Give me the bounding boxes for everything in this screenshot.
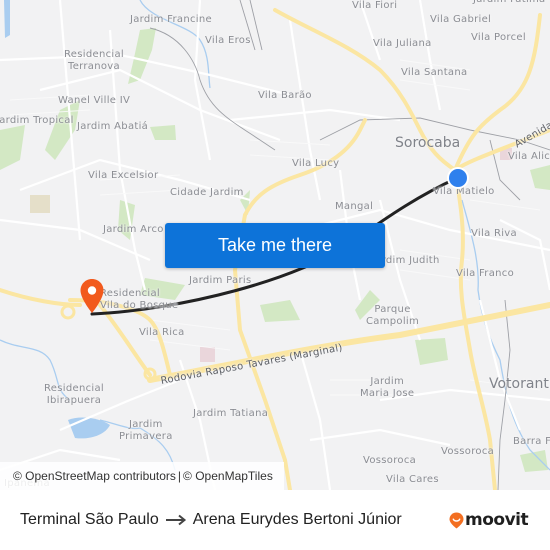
map-label: Vila Porcel [471, 32, 526, 43]
map-label-multiline: Parque Campolim [366, 304, 419, 328]
map-label-multiline: Jardim Maria Jose [360, 376, 414, 400]
land-area [200, 347, 215, 362]
map-label: Vossoroca [441, 446, 495, 457]
map-label: Jardim Paris [189, 275, 252, 286]
map-label: Vila Gabriel [430, 14, 492, 25]
map-label: Jardim Fátima [473, 0, 546, 6]
map-label-multiline: Residencial Ibirapuera [44, 383, 104, 407]
lake [4, 0, 10, 38]
osm-attribution-link[interactable]: © OpenStreetMap contributors [13, 469, 176, 483]
map-attribution: © OpenStreetMap contributors | © OpenMap… [0, 462, 284, 490]
map-label-line: Residencial [64, 49, 124, 60]
map-label: Vila Cares [386, 474, 439, 485]
land-area [30, 195, 50, 213]
origin-pin-icon[interactable] [79, 278, 105, 314]
map-label: Vila Juliana [373, 38, 432, 49]
arrow-right-icon [165, 514, 187, 526]
moovit-wordmark: moovit [465, 510, 529, 530]
map-label-line: Jardim [128, 419, 163, 430]
map-label: Vila Rica [139, 327, 185, 338]
destination-dot-icon[interactable] [446, 166, 470, 190]
map-label: Vila Fiori [352, 0, 398, 11]
map-label: Vila Alic [508, 151, 550, 162]
map-label-line: Terranova [68, 61, 120, 72]
map-label-line: Vila do Bosque [100, 300, 179, 311]
map-label-line: Residencial [100, 288, 160, 299]
origin-name: Terminal São Paulo [20, 511, 159, 528]
route-footer: Terminal São Paulo Arena Eurydes Bertoni… [0, 490, 550, 550]
map-label: Vossoroca [363, 455, 417, 466]
map-label-line: Campolim [366, 316, 420, 327]
map-label: Mangal [335, 201, 374, 212]
map-label-city: Votoranti [489, 376, 550, 392]
omt-attribution-link[interactable]: © OpenMapTiles [183, 469, 273, 483]
map-label-city: Sorocaba [395, 135, 461, 151]
map-label-line: Residencial [44, 383, 104, 394]
destination-name: Arena Eurydes Bertoni Júnior [192, 511, 402, 528]
map-label-line: Ibirapuera [46, 395, 102, 406]
map-label-line: Jardim [370, 376, 405, 387]
map-label-multiline: Residencial Terranova [64, 49, 124, 73]
map-label-multiline: Jardim Primavera [119, 419, 173, 443]
map-label: Vila Franco [456, 268, 515, 279]
map-label: Vila Santana [401, 67, 468, 78]
map-label: Jardim Tatiana [193, 408, 269, 419]
take-me-there-button[interactable]: Take me there [165, 223, 385, 268]
map-label: Jardim Francine [130, 14, 212, 25]
map-label: Cidade Jardim [170, 187, 244, 198]
map-label: Jardim Tropical [0, 115, 74, 126]
map-label-line: Maria Jose [360, 388, 415, 399]
map-label: Vila Excelsior [88, 170, 159, 181]
map-label: Vila Lucy [292, 158, 340, 169]
map-view[interactable]: Jardim Francine Vila Fiori Vila Gabriel … [0, 0, 550, 490]
attribution-separator: | [177, 469, 182, 483]
map-label: Vila Riva [471, 228, 517, 239]
map-label: Vila Barão [258, 90, 312, 101]
map-label: Jardim Arco [103, 224, 164, 235]
map-label: Wanel Ville IV [58, 95, 131, 106]
roundabout [60, 304, 76, 320]
map-label-line: Parque [374, 304, 411, 315]
map-label-multiline: Residencial Vila do Bosque [100, 288, 178, 312]
map-label: Jardim Abatiá [77, 121, 149, 132]
map-label: Vila Eros [205, 35, 251, 46]
map-label-line: Primavera [119, 431, 173, 442]
moovit-pin-icon [449, 512, 464, 528]
moovit-logo[interactable]: moovit [449, 510, 529, 530]
map-label: Barra F [513, 436, 550, 447]
